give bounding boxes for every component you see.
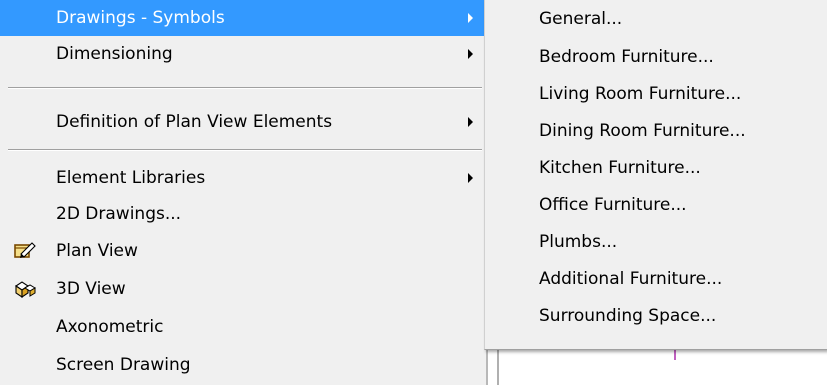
menu-separator	[8, 149, 482, 151]
submenu-item-plumbs[interactable]: Plumbs...	[485, 223, 827, 260]
menu-item-element-libraries[interactable]: Element Libraries	[0, 160, 486, 196]
submenu-arrow-icon	[468, 49, 473, 59]
menu-item-label: Element Libraries	[56, 168, 206, 188]
menu-item-dimensioning[interactable]: Dimensioning	[0, 36, 486, 72]
menu-item-label: 2D Drawings...	[56, 204, 182, 224]
menu-item-axonometric[interactable]: Axonometric	[0, 308, 486, 346]
submenu-arrow-icon	[468, 117, 473, 127]
submenu-item-label: Bedroom Furniture...	[539, 46, 714, 67]
submenu-item-dining-room-furniture[interactable]: Dining Room Furniture...	[485, 112, 827, 149]
canvas-mark	[674, 350, 676, 360]
submenu-item-label: General...	[539, 9, 623, 29]
menu-item-label: Definition of Plan View Elements	[56, 112, 333, 132]
menu-item-label: Drawings - Symbols	[56, 8, 225, 28]
submenu-item-label: Surrounding Space...	[539, 305, 717, 326]
drawings-symbols-submenu: General... Bedroom Furniture... Living R…	[484, 0, 827, 350]
canvas-border-line	[497, 350, 499, 385]
3d-view-icon	[14, 278, 36, 299]
menu-item-label: 3D View	[56, 279, 126, 299]
submenu-item-label: Kitchen Furniture...	[539, 157, 701, 178]
submenu-item-general[interactable]: General...	[485, 0, 827, 38]
menu-item-label: Plan View	[56, 241, 138, 261]
submenu-item-bedroom-furniture[interactable]: Bedroom Furniture...	[485, 38, 827, 75]
menu-item-label: Screen Drawing	[56, 355, 191, 375]
submenu-item-office-furniture[interactable]: Office Furniture...	[485, 186, 827, 223]
plan-view-icon	[14, 240, 36, 260]
submenu-item-label: Additional Furniture...	[539, 268, 723, 289]
submenu-item-label: Dining Room Furniture...	[539, 120, 746, 141]
menu-item-plan-view[interactable]: Plan View	[0, 232, 486, 270]
context-menu: Drawings - Symbols Dimensioning Definiti…	[0, 0, 488, 385]
menu-separator	[8, 87, 482, 89]
submenu-item-label: Office Furniture...	[539, 194, 687, 215]
menu-item-label: Axonometric	[56, 317, 164, 337]
submenu-item-additional-furniture[interactable]: Additional Furniture...	[485, 260, 827, 297]
submenu-arrow-icon	[468, 13, 473, 23]
submenu-item-surrounding-space[interactable]: Surrounding Space...	[485, 297, 827, 334]
submenu-item-label: Living Room Furniture...	[539, 83, 742, 104]
submenu-item-label: Plumbs...	[539, 231, 618, 252]
menu-item-drawings-symbols[interactable]: Drawings - Symbols	[0, 0, 486, 36]
menu-item-label: Dimensioning	[56, 44, 173, 64]
menu-item-screen-drawing[interactable]: Screen Drawing	[0, 346, 486, 384]
menu-item-2d-drawings[interactable]: 2D Drawings...	[0, 196, 486, 232]
submenu-item-living-room-furniture[interactable]: Living Room Furniture...	[485, 75, 827, 112]
menu-item-definition-of-plan-view-elements[interactable]: Definition of Plan View Elements	[0, 103, 486, 141]
menu-item-3d-view[interactable]: 3D View	[0, 270, 486, 308]
submenu-item-kitchen-furniture[interactable]: Kitchen Furniture...	[485, 149, 827, 186]
submenu-arrow-icon	[468, 173, 473, 183]
